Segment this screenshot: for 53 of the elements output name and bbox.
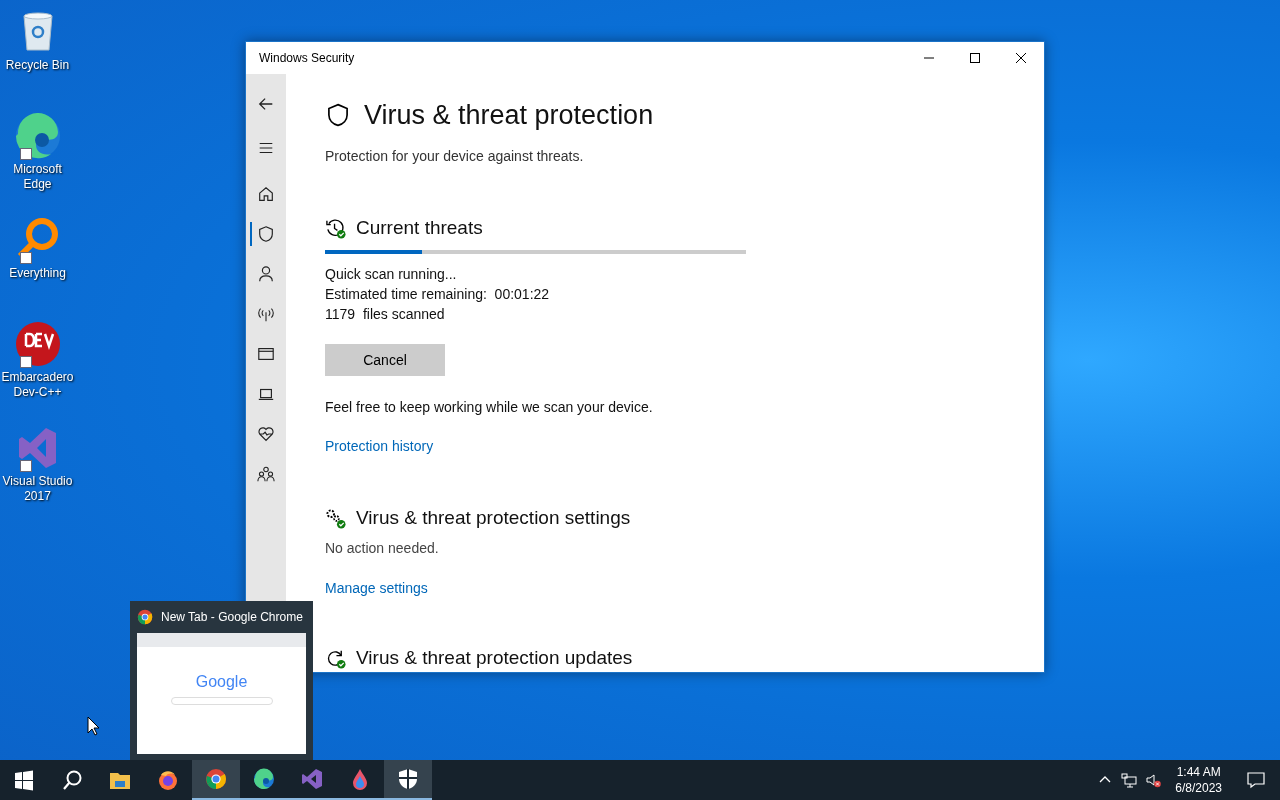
dev-logo-icon[interactable] xyxy=(13,320,62,368)
close-icon xyxy=(1015,52,1027,64)
volume-muted-icon[interactable] xyxy=(1145,772,1162,788)
info-text: Feel free to keep working while we scan your device. xyxy=(325,398,653,417)
scan-status-text: Quick scan running... xyxy=(325,265,458,284)
fox-globe-icon xyxy=(157,769,179,791)
browser-window-icon[interactable] xyxy=(257,345,275,363)
heart-icon[interactable] xyxy=(257,425,275,443)
page-title: Virus & threat protection xyxy=(364,99,654,131)
shield-icon xyxy=(397,768,419,790)
mouse-pointer-icon xyxy=(87,716,100,736)
infinity-logo-icon xyxy=(301,768,323,790)
protection-history-link[interactable]: Protection history xyxy=(325,436,434,456)
preview-title: New Tab - Google Chrome xyxy=(161,610,303,624)
clock-check-icon xyxy=(325,217,346,239)
wave-logo-icon[interactable] xyxy=(13,112,62,160)
cancel-button[interactable]: Cancel xyxy=(325,344,445,376)
scan-status-text: Estimated time remaining: 00:01:22 xyxy=(325,285,550,304)
desktop-icon-label[interactable]: Embarcadero Dev-C++ xyxy=(0,370,75,400)
shield-icon[interactable] xyxy=(257,225,275,243)
wave-logo-icon xyxy=(253,768,275,790)
search-icon xyxy=(61,769,83,791)
desktop-icon-label[interactable]: Recycle Bin xyxy=(5,58,70,73)
scan-status-text: 1179 files scanned xyxy=(325,305,446,324)
gears-check-icon xyxy=(325,507,346,529)
network-icon[interactable] xyxy=(1121,772,1138,788)
maximize-icon xyxy=(969,52,981,64)
section-title: Current threats xyxy=(356,217,483,239)
status-text: No action needed. xyxy=(325,539,439,558)
window-preview-popup[interactable]: New Tab - Google Chrome Google xyxy=(130,601,313,760)
desktop-icon-label[interactable]: Everything xyxy=(9,266,66,281)
shield-icon xyxy=(325,102,351,128)
page-subtitle: Protection for your device against threats. xyxy=(325,147,584,166)
search-logo: Google xyxy=(195,673,248,691)
window-title: Windows Security xyxy=(258,51,356,65)
windows-logo-icon xyxy=(13,769,35,791)
chrome-logo-icon xyxy=(137,609,153,625)
taskbar-button[interactable] xyxy=(384,760,432,800)
antenna-icon[interactable] xyxy=(257,305,275,323)
section-title: Virus & threat protection settings xyxy=(356,507,631,529)
desktop-icon-label[interactable]: Visual Studio 2017 xyxy=(0,474,75,504)
clock-time: 1:44 AM xyxy=(1176,764,1221,780)
home-icon[interactable] xyxy=(257,185,275,203)
section-title: Virus & threat protection updates xyxy=(356,647,633,669)
chrome-logo-icon xyxy=(205,768,227,790)
clock-date: 6/8/2023 xyxy=(1175,780,1222,796)
back-arrow-icon[interactable] xyxy=(257,95,275,113)
manage-settings-link[interactable]: Manage settings xyxy=(325,578,428,598)
notification-icon[interactable] xyxy=(1247,771,1265,789)
clock[interactable]: 1:44 AM 6/8/2023 xyxy=(1165,764,1232,796)
family-icon[interactable] xyxy=(257,465,275,483)
person-icon[interactable] xyxy=(257,265,275,283)
desktop-icon-label[interactable]: Microsoft Edge xyxy=(0,162,75,192)
